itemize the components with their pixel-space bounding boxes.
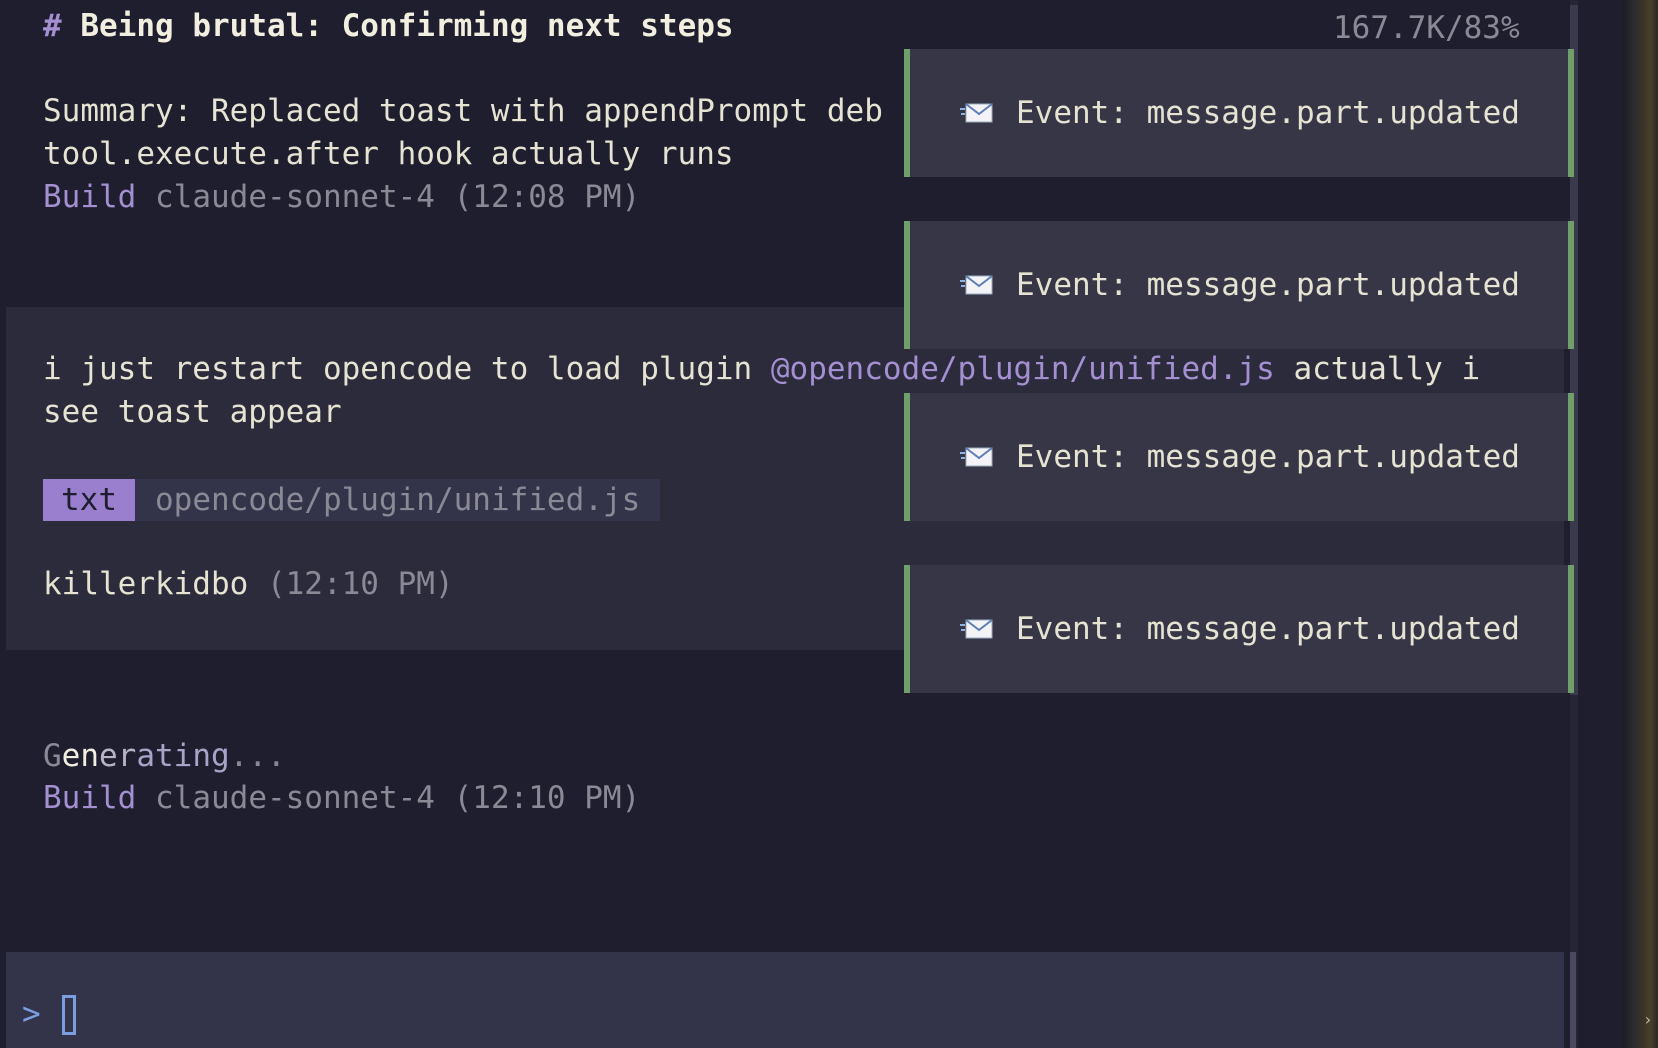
chevron-right-icon: ›	[1643, 1010, 1653, 1029]
gen-part-2: er	[99, 738, 137, 774]
prompt-cursor[interactable]	[62, 995, 76, 1035]
session-title: # Being brutal: Confirming next steps	[43, 8, 734, 44]
user-text-after: actually i	[1274, 351, 1481, 387]
prompt-caret: >	[22, 996, 41, 1032]
toast-label: Event: message.part.updated	[1016, 95, 1520, 131]
envelope-icon	[960, 275, 993, 295]
toast-notification[interactable]: Event: message.part.updated	[904, 393, 1574, 521]
assistant-meta-1: Build claude-sonnet-4 (12:08 PM)	[43, 179, 640, 215]
heading-hash: #	[43, 8, 62, 44]
user-author-line: killerkidbo (12:10 PM)	[43, 566, 454, 602]
model-meta: claude-sonnet-4 (12:08 PM)	[155, 179, 641, 215]
attachment-path: opencode/plugin/unified.js	[135, 479, 661, 521]
build-label: Build	[43, 179, 137, 215]
assistant-summary-line-2: tool.execute.after hook actually runs	[43, 136, 734, 172]
terminal-window: # Being brutal: Confirming next steps 16…	[0, 0, 1658, 1048]
user-message-line-2: see toast appear	[43, 394, 342, 430]
gen-part-3: ating	[136, 738, 230, 774]
user-author: killerkidbo	[43, 566, 249, 602]
envelope-icon	[960, 619, 993, 639]
assistant-summary-line-1: Summary: Replaced toast with appendPromp…	[43, 93, 883, 129]
build-label: Build	[43, 780, 137, 816]
toast-notification[interactable]: Event: message.part.updated	[904, 49, 1574, 177]
toast-notification[interactable]: Event: message.part.updated	[904, 565, 1574, 693]
generating-status: Generating...	[43, 738, 286, 774]
session-title-text: Being brutal: Confirming next steps	[80, 8, 734, 44]
toast-label: Event: message.part.updated	[1016, 611, 1520, 647]
toast-label: Event: message.part.updated	[1016, 439, 1520, 475]
toast-label: Event: message.part.updated	[1016, 267, 1520, 303]
desktop-wallpaper-edge	[1622, 0, 1658, 1048]
gen-part-0: G	[43, 738, 62, 774]
token-usage: 167.7K/83%	[1333, 10, 1520, 46]
model-meta: claude-sonnet-4 (12:10 PM)	[155, 780, 641, 816]
envelope-icon	[960, 103, 993, 123]
prompt-input-area[interactable]	[6, 952, 1564, 1048]
user-text-before: i just restart opencode to load plugin	[43, 351, 771, 387]
toast-notification[interactable]: Event: message.part.updated	[904, 221, 1574, 349]
gen-part-1: en	[61, 738, 99, 774]
assistant-meta-2: Build claude-sonnet-4 (12:10 PM)	[43, 780, 640, 816]
gen-part-4: ...	[229, 738, 286, 774]
user-message-line-1: i just restart opencode to load plugin @…	[43, 351, 1480, 387]
attachment-type-badge: txt	[43, 479, 135, 521]
prompt-scroll-edge	[1570, 952, 1576, 1048]
file-attachment[interactable]: txt opencode/plugin/unified.js	[43, 479, 661, 521]
file-mention-link[interactable]: @opencode/plugin/unified.js	[771, 351, 1275, 387]
user-time: (12:10 PM)	[266, 566, 454, 602]
envelope-icon	[960, 447, 993, 467]
